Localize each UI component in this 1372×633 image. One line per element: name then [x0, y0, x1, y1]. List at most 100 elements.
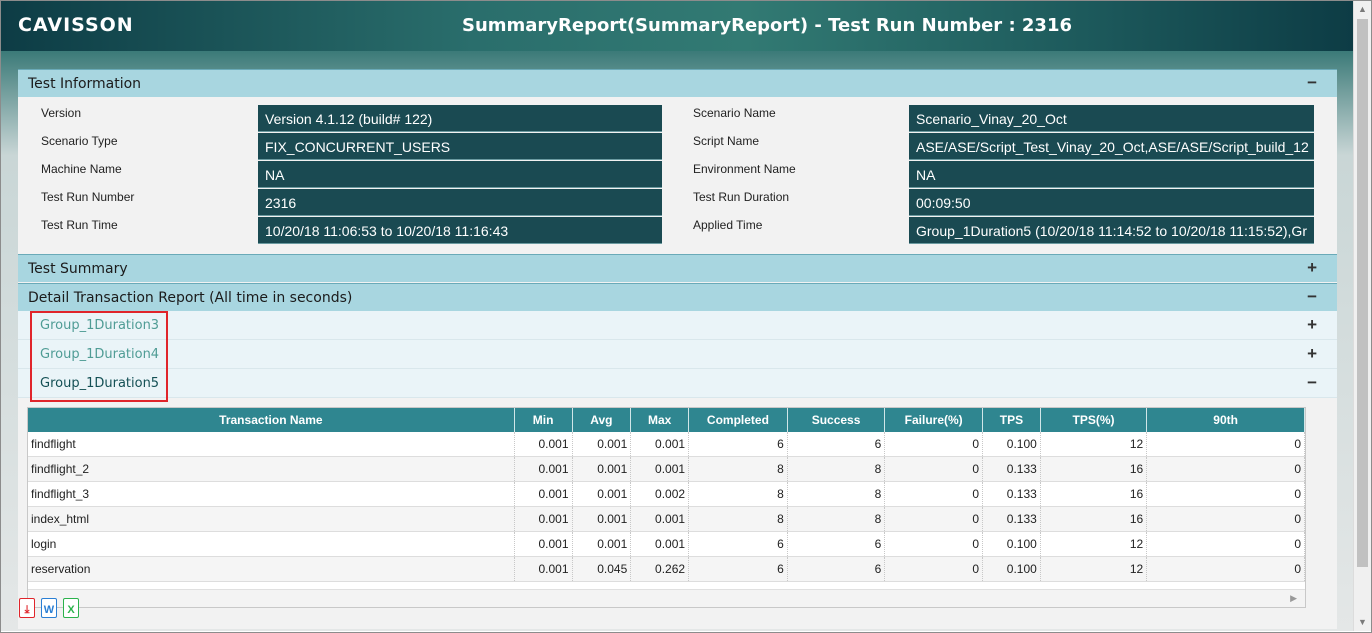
table-row[interactable]: findflight 0.001 0.001 0.001 6 6 0 0.100 12 0	[28, 432, 1305, 457]
section-title: Test Information	[28, 76, 142, 92]
collapse-icon[interactable]: −	[1307, 287, 1317, 307]
report-title: SummaryReport(SummaryReport) - Test Run …	[461, 15, 1073, 36]
table-cell: 0.262	[630, 556, 690, 582]
table-row[interactable]: login 0.001 0.001 0.001 6 6 0 0.100 12 0	[28, 531, 1305, 557]
pdf-export-icon[interactable]: ⤓	[19, 598, 35, 618]
word-export-icon[interactable]: W	[41, 598, 57, 618]
group-label[interactable]: Group_1Duration3	[40, 318, 159, 333]
excel-glyph: X	[67, 604, 75, 616]
info-value-scenario-name: Scenario_Vinay_20_Oct	[909, 105, 1314, 132]
column-header[interactable]: Completed	[688, 408, 788, 432]
table-cell: 6	[688, 432, 788, 457]
report-header: CAVISSON SummaryReport(SummaryReport) - …	[1, 1, 1353, 51]
info-label-scenario-type: Scenario Type	[41, 134, 118, 148]
info-value-script-name: ASE/ASE/Script_Test_Vinay_20_Oct,ASE/ASE…	[909, 133, 1314, 160]
info-value-applied-time: Group_1Duration5 (10/20/18 11:14:52 to 1…	[909, 217, 1314, 244]
table-cell: 0.133	[982, 506, 1041, 532]
column-header[interactable]: 90th	[1146, 408, 1305, 432]
info-value-scenario-type: FIX_CONCURRENT_USERS	[258, 133, 662, 160]
table-cell: 0	[1146, 432, 1305, 457]
expand-icon[interactable]: +	[1307, 315, 1317, 335]
table-cell: 0	[884, 556, 984, 582]
table-cell: 0.001	[630, 506, 690, 532]
scroll-up-icon[interactable]: ▲	[1354, 1, 1371, 18]
table-cell: 16	[1040, 481, 1148, 507]
expand-icon[interactable]: +	[1307, 258, 1317, 278]
transaction-name-cell: findflight_2	[28, 456, 515, 482]
table-cell: 0.001	[572, 506, 632, 532]
info-label-version: Version	[41, 106, 82, 120]
table-cell: 0.001	[514, 556, 573, 582]
table-cell: 0.100	[982, 556, 1041, 582]
word-glyph: W	[43, 604, 55, 616]
info-value-machine-name: NA	[258, 161, 662, 188]
collapse-icon[interactable]: −	[1307, 73, 1317, 93]
scroll-thumb[interactable]	[1357, 19, 1368, 567]
table-cell: 0.001	[572, 456, 632, 482]
table-cell: 12	[1040, 531, 1148, 557]
table-cell: 0.002	[630, 481, 690, 507]
table-cell: 0	[884, 531, 984, 557]
table-cell: 8	[787, 481, 886, 507]
table-cell: 0.001	[630, 432, 690, 457]
vertical-scrollbar[interactable]: ▲ ▼	[1353, 1, 1371, 631]
table-cell: 6	[688, 531, 788, 557]
group-label[interactable]: Group_1Duration5	[40, 376, 159, 391]
group-row-duration3[interactable]: Group_1Duration3 +	[18, 311, 1337, 340]
pdf-glyph: ⤓	[24, 604, 30, 616]
table-cell: 6	[688, 556, 788, 582]
table-cell: 8	[688, 481, 788, 507]
info-label-machine-name: Machine Name	[41, 162, 122, 176]
column-header[interactable]: TPS	[982, 408, 1041, 432]
section-test-summary[interactable]: Test Summary +	[18, 254, 1337, 282]
table-cell: 0	[884, 432, 984, 457]
table-cell: 0	[884, 481, 984, 507]
table-cell: 0	[1146, 531, 1305, 557]
table-row[interactable]: findflight_2 0.001 0.001 0.001 8 8 0 0.133 16 0	[28, 456, 1305, 482]
horizontal-scrollbar[interactable]: ▶	[28, 589, 1305, 607]
info-value-version: Version 4.1.12 (build# 122)	[258, 105, 662, 132]
scroll-down-icon[interactable]: ▼	[1354, 614, 1371, 631]
table-cell: 0.001	[514, 531, 573, 557]
table-cell: 0	[884, 506, 984, 532]
column-header[interactable]: Max	[630, 408, 690, 432]
table-cell: 0	[1146, 506, 1305, 532]
table-cell: 0.100	[982, 531, 1041, 557]
column-header[interactable]: Min	[514, 408, 573, 432]
table-row[interactable]: reservation 0.001 0.045 0.262 6 6 0 0.100 12 0	[28, 556, 1305, 582]
transaction-name-cell: index_html	[28, 506, 515, 532]
column-header[interactable]: Avg	[572, 408, 632, 432]
test-information-panel: Version Scenario Type Machine Name Test …	[18, 97, 1337, 254]
info-label-scenario-name: Scenario Name	[693, 106, 776, 120]
column-header[interactable]: Success	[787, 408, 886, 432]
table-cell: 6	[787, 531, 886, 557]
group-label[interactable]: Group_1Duration4	[40, 347, 159, 362]
group-row-duration5[interactable]: Group_1Duration5 −	[18, 369, 1337, 398]
section-title: Test Summary	[28, 261, 128, 277]
table-row[interactable]: index_html 0.001 0.001 0.001 8 8 0 0.133 16 0	[28, 506, 1305, 532]
column-header[interactable]: Failure(%)	[884, 408, 984, 432]
table-cell: 0.045	[572, 556, 632, 582]
table-cell: 0.001	[514, 481, 573, 507]
section-detail-transaction-report[interactable]: Detail Transaction Report (All time in s…	[18, 283, 1337, 311]
info-value-environment-name: NA	[909, 161, 1314, 188]
collapse-icon[interactable]: −	[1307, 373, 1317, 393]
info-value-test-run-duration: 00:09:50	[909, 189, 1314, 216]
excel-export-icon[interactable]: X	[63, 598, 79, 618]
table-cell: 6	[787, 556, 886, 582]
transaction-table-container: Transaction Name Min Avg Max Completed S…	[27, 407, 1306, 608]
section-test-information[interactable]: Test Information −	[18, 69, 1337, 97]
table-cell: 12	[1040, 432, 1148, 457]
table-cell: 0.001	[630, 531, 690, 557]
section-title: Detail Transaction Report (All time in s…	[28, 290, 353, 306]
table-cell: 8	[688, 456, 788, 482]
expand-icon[interactable]: +	[1307, 344, 1317, 364]
column-header[interactable]: TPS(%)	[1040, 408, 1148, 432]
table-cell: 0	[1146, 556, 1305, 582]
scroll-right-icon[interactable]: ▶	[1290, 593, 1297, 604]
table-cell: 0.133	[982, 481, 1041, 507]
group-row-duration4[interactable]: Group_1Duration4 +	[18, 340, 1337, 369]
table-row[interactable]: findflight_3 0.001 0.001 0.002 8 8 0 0.133 16 0	[28, 481, 1305, 507]
info-value-test-run-time: 10/20/18 11:06:53 to 10/20/18 11:16:43	[258, 217, 662, 244]
column-header[interactable]: Transaction Name	[28, 408, 515, 432]
